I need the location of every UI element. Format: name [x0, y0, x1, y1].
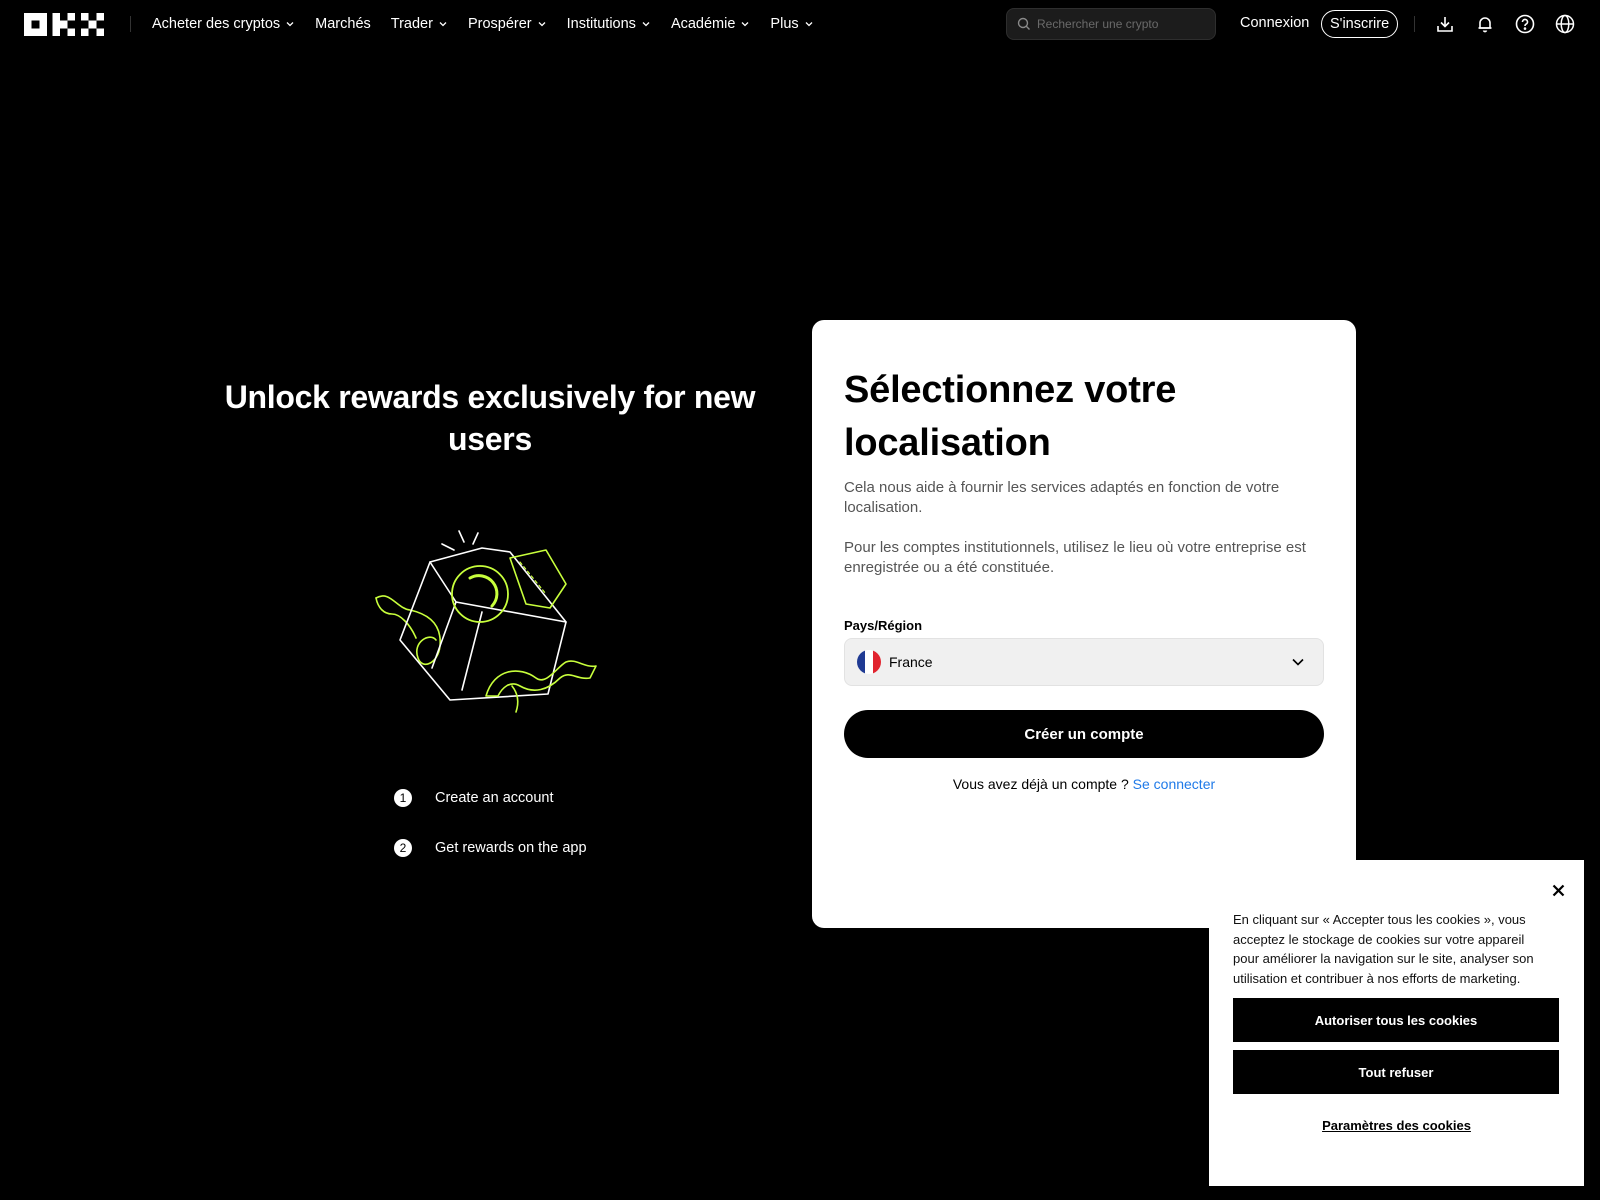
globe-icon[interactable]: [1554, 13, 1576, 35]
nav-item-label: Trader: [390, 16, 433, 32]
card-description: Cela nous aide à fournir les services ad…: [844, 479, 1280, 516]
nav-item-label: Institutions: [566, 16, 636, 32]
help-icon[interactable]: [1514, 13, 1536, 35]
top-nav: Acheter des cryptos Marchés Trader Prospére…: [0, 0, 1600, 48]
step-number: 2: [394, 839, 412, 857]
step-label: Create an account: [435, 790, 554, 806]
nav-item-label: Marchés: [315, 16, 371, 32]
chevron-down-icon: [439, 22, 447, 27]
nav-item-acheter-des-cryptos[interactable]: Acheter des cryptos: [152, 16, 295, 32]
step-label: Get rewards on the app: [435, 840, 587, 856]
login-link-card[interactable]: Se connecter: [1133, 776, 1216, 792]
nav-links: Acheter des cryptos Marchés Trader Prospére…: [152, 0, 834, 48]
chevron-down-icon: [642, 22, 650, 27]
search-box[interactable]: [1006, 8, 1216, 40]
nav-item-label: Académie: [670, 16, 736, 32]
nav-item-label: Prospérer: [467, 16, 532, 32]
cookie-settings-link[interactable]: Paramètres des cookies: [1209, 1118, 1584, 1133]
step-number: 1: [394, 789, 412, 807]
bell-icon[interactable]: [1474, 13, 1496, 35]
gift-box-illustration: [375, 530, 597, 713]
nav-item-plus[interactable]: Plus: [770, 16, 813, 32]
chevron-down-icon: [286, 22, 294, 27]
accept-all-cookies-button[interactable]: Autoriser tous les cookies: [1233, 998, 1559, 1042]
login-prompt: Vous avez déjà un compte ? Se connecter: [812, 776, 1356, 792]
nav-item-label: Acheter des cryptos: [152, 16, 281, 32]
create-account-button[interactable]: Créer un compte: [844, 710, 1324, 758]
search-icon: [1017, 17, 1030, 30]
france-flag-icon: [857, 650, 881, 674]
chevron-down-icon: [805, 22, 813, 27]
nav-item-trader[interactable]: Trader: [391, 16, 448, 32]
cookie-banner: En cliquant sur « Accepter tous les cook…: [1209, 860, 1584, 1186]
card-title: Sélectionnez votre localisation: [844, 369, 1177, 464]
country-select[interactable]: France: [844, 638, 1324, 686]
chevron-down-icon: [1292, 658, 1304, 666]
close-icon[interactable]: [1548, 880, 1568, 900]
okx-logo[interactable]: [24, 13, 104, 36]
login-prompt-text: Vous avez déjà un compte ?: [952, 776, 1129, 792]
country-select-value: France: [889, 654, 933, 670]
signup-button[interactable]: S'inscrire: [1321, 10, 1399, 38]
location-card: Sélectionnez votre localisation Cela nou…: [812, 320, 1356, 928]
cookie-text: En cliquant sur « Accepter tous les cook…: [1233, 912, 1534, 986]
login-link[interactable]: Connexion: [1240, 15, 1309, 31]
chevron-down-icon: [538, 22, 546, 27]
nav-divider: [130, 16, 131, 32]
step-1: 1 Create an account: [394, 789, 554, 807]
chevron-down-icon: [741, 22, 749, 27]
nav-item-prosp-rer[interactable]: Prospérer: [468, 16, 547, 32]
nav-item-acad-mie[interactable]: Académie: [671, 16, 750, 32]
nav-divider-right: [1414, 16, 1415, 32]
card-institutional-note: Pour les comptes institutionnels, utilis…: [844, 539, 1306, 576]
download-icon[interactable]: [1434, 13, 1456, 35]
search-input[interactable]: [1037, 17, 1207, 31]
country-label: Pays/Région: [844, 618, 923, 633]
step-2: 2 Get rewards on the app: [394, 839, 587, 857]
reject-all-cookies-button[interactable]: Tout refuser: [1233, 1050, 1559, 1094]
nav-item-label: Plus: [770, 16, 799, 32]
promo-title: Unlock rewards exclusively for new users: [224, 379, 756, 457]
nav-item-institutions[interactable]: Institutions: [567, 16, 651, 32]
nav-item-march-s[interactable]: Marchés: [315, 16, 371, 32]
